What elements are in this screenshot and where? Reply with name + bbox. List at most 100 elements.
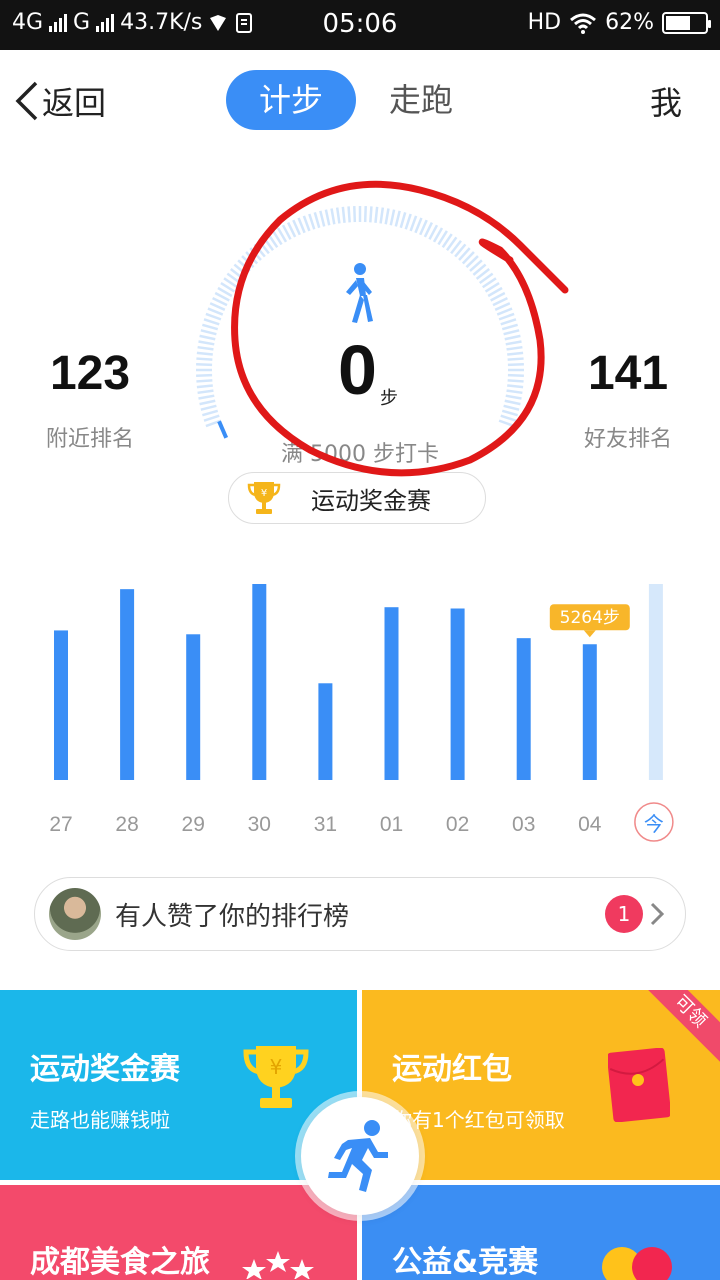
ring-tick [505,394,522,400]
nearby-rank-value: 123 [49,347,131,400]
ring-tick [347,206,351,223]
chart-x-tick-label: 29 [182,813,205,836]
ring-tick [507,357,524,361]
chart-bar-today[interactable] [648,584,663,780]
ring-tick [308,213,316,230]
tile-food-tour[interactable]: 成都美食之旅 [0,1185,357,1280]
svg-text:¥: ¥ [261,488,267,499]
tile-prize-subtitle: 走路也能赚钱啦 [30,1108,170,1132]
ring-tick [506,345,523,351]
prize-race-button[interactable]: ¥ 运动奖金赛 [228,472,486,524]
chart-x-tick-label: 03 [512,813,535,836]
ring-tick [399,212,407,229]
chart-x-tick-label: 28 [115,813,138,836]
ring-tick [504,334,521,341]
tile-charity-title: 公益&竞赛 [392,1245,539,1280]
avatar [49,888,101,940]
chart-bar[interactable] [186,634,201,780]
walker-icon [346,263,373,323]
ring-tick [404,213,412,230]
ring-tick [384,208,390,225]
red-envelope-icon [608,1048,670,1122]
step-unit: 步 [380,388,398,409]
ring-tick [205,312,222,321]
ring-tick [319,210,326,227]
step-progress-panel: 0 步 满 5000 步打卡 123 附近排名 141 好友排名 ¥ 运动奖金赛 [0,180,720,540]
ring-tick [207,307,224,316]
me-button[interactable]: 我 [650,78,682,124]
ring-tick [409,215,418,232]
trophy-icon: ¥ [247,482,281,514]
heart-icon [602,1247,672,1280]
back-chevron-icon [15,81,38,121]
ring-tick [302,215,311,232]
chart-x-tick-label: 04 [578,813,602,836]
ring-tick [369,206,373,223]
ring-tick [196,373,213,377]
svg-text:¥: ¥ [270,1055,283,1079]
ring-tick [507,373,524,377]
ring-tick [313,212,321,229]
nearby-rank[interactable]: 123 附近排名 [0,346,180,453]
trophy-icon: ¥ [243,1046,309,1108]
prize-race-label: 运动奖金赛 [311,486,431,515]
like-notification-row[interactable]: 有人赞了你的排行榜 1 [34,877,686,951]
bar-chart-svg: 27 28 29 30 31 01 02 03 04 5264步今 [49,584,674,842]
ring-tick [507,363,524,367]
ring-tick [202,323,219,331]
ring-tick [196,384,213,389]
chart-bar[interactable] [252,584,267,780]
status-bar: 4G G 43.7K/s 05:06 HD 62% [0,0,720,50]
ring-tick [197,389,214,395]
tile-prize-title: 运动奖金赛 [30,1052,180,1087]
tab-step-count[interactable]: 计步 [226,70,357,130]
ring-tick [203,414,220,422]
ring-tick [500,414,517,422]
ring-tick [363,206,367,223]
chart-bar[interactable] [54,630,68,780]
hd-label: HD [527,10,562,35]
chart-bar[interactable] [384,607,399,780]
ring-tick [414,217,423,234]
ring-tick [500,318,517,326]
ring-tick [196,351,213,356]
chevron-right-icon [650,902,665,926]
tile-redpack-subtitle: 你有1个红包可领取 [392,1108,565,1132]
ring-tick [198,340,215,346]
chart-x-tick-label: 今 [644,813,664,836]
ring-tick [324,209,331,226]
chart-bar[interactable] [450,608,465,781]
ring-tick [297,217,306,234]
chart-bar[interactable] [120,589,135,780]
tile-charity[interactable]: 公益&竞赛 [362,1185,720,1280]
start-run-button[interactable] [301,1097,419,1215]
ring-tick [379,207,385,224]
step-count: 0 [338,331,377,409]
tab-walk-run[interactable]: 走跑 [356,70,486,130]
battery-percent: 62% [605,10,654,35]
back-button[interactable]: 返回 [14,78,106,124]
header: 返回 计步 走跑 我 [0,50,720,150]
friends-rank[interactable]: 141 好友排名 [538,346,718,453]
chart-x-tick-label: 31 [314,813,337,836]
ring-tick [199,399,216,406]
ring-tick [496,307,513,316]
friends-rank-value: 141 [587,347,669,400]
weekly-steps-chart: 27 28 29 30 31 01 02 03 04 5264步今 [0,560,720,850]
chart-x-tick-label: 27 [49,813,72,836]
ring-tick [202,409,219,417]
ring-tick [504,399,521,406]
chart-x-tick-label: 30 [248,813,271,836]
ring-tick [505,340,522,346]
back-label: 返回 [42,84,107,122]
chart-bar[interactable] [318,683,333,780]
chart-x-tick-label: 01 [380,813,403,836]
ring-tick [196,363,213,367]
chart-x-tick-label: 02 [446,813,469,836]
chart-bar[interactable] [516,638,531,780]
ring-tick [198,394,215,400]
ring-tick [200,404,217,411]
tile-food-title: 成都美食之旅 [30,1245,210,1280]
ring-tick [341,206,346,223]
chart-bar[interactable] [582,644,597,780]
